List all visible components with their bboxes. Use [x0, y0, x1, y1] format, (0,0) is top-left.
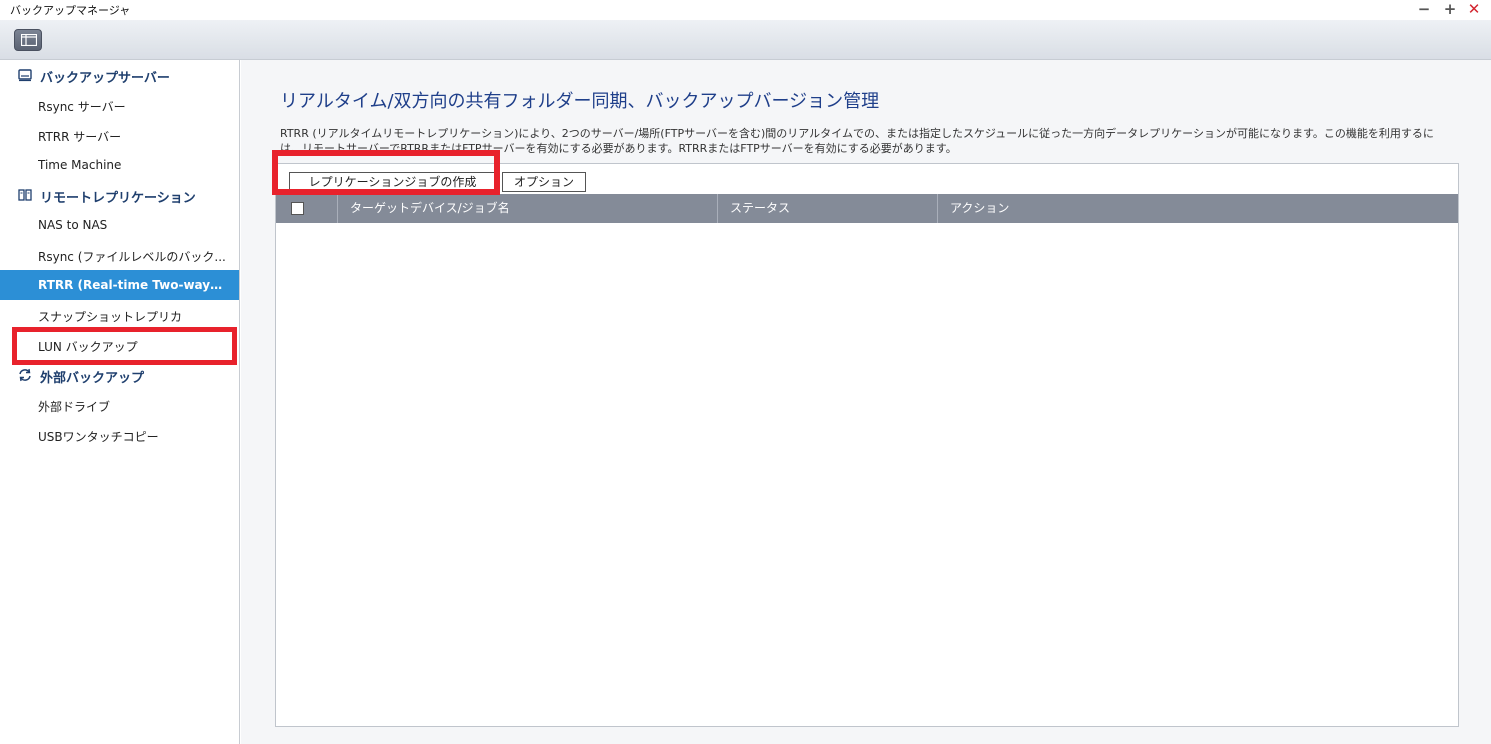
- sidebar-item-label: RTRR (Real-time Two-way Folder ...: [38, 278, 224, 292]
- select-all-column: [276, 194, 337, 223]
- sidebar-item-time-machine[interactable]: Time Machine: [0, 150, 239, 180]
- column-header-target[interactable]: ターゲットデバイス/ジョブ名: [337, 194, 717, 223]
- sidebar-item-label: RTRR サーバー: [38, 130, 122, 144]
- minimize-icon[interactable]: −: [1414, 0, 1434, 20]
- select-all-checkbox[interactable]: [291, 202, 304, 215]
- toolbar: [0, 20, 1491, 60]
- sidebar-item-external-drive[interactable]: 外部ドライブ: [0, 390, 239, 420]
- sidebar-group-backup-server[interactable]: バックアップサーバー: [0, 60, 239, 90]
- sidebar-item-usb-one-touch-copy[interactable]: USBワンタッチコピー: [0, 420, 239, 450]
- table-header: ターゲットデバイス/ジョブ名 ステータス アクション: [276, 194, 1458, 223]
- sidebar-item-label: Rsync (ファイルレベルのバック...: [38, 250, 226, 264]
- sidebar-item-label: Rsync サーバー: [38, 100, 126, 114]
- job-list-panel: レプリケーションジョブの作成 オプション ターゲットデバイス/ジョブ名 ステータ…: [272, 150, 1459, 727]
- sidebar-item-label: 外部ドライブ: [38, 400, 111, 414]
- options-button[interactable]: オプション: [502, 172, 586, 192]
- sidebar-item-rtrr-server[interactable]: RTRR サーバー: [0, 120, 239, 150]
- sidebar-item-rsync-server[interactable]: Rsync サーバー: [0, 90, 239, 120]
- sidebar-item-rtrr[interactable]: RTRR (Real-time Two-way Folder ...: [0, 270, 239, 300]
- sidebar-item-label: NAS to NAS: [38, 218, 108, 232]
- title-bar: バックアップマネージャ − + ✕: [0, 0, 1491, 20]
- panel-layout-icon: [21, 34, 37, 46]
- column-header-action[interactable]: アクション: [937, 194, 1458, 223]
- sidebar-item-lun-backup[interactable]: LUN バックアップ: [0, 330, 239, 360]
- column-header-status[interactable]: ステータス: [717, 194, 937, 223]
- main-content: リアルタイム/双方向の共有フォルダー同期、バックアップバージョン管理 RTRR …: [241, 60, 1491, 744]
- sidebar-item-label: Time Machine: [38, 158, 122, 172]
- sidebar-group-external-backup[interactable]: 外部バックアップ: [0, 360, 239, 390]
- sidebar-item-snapshot-replica[interactable]: スナップショットレプリカ: [0, 300, 239, 330]
- sidebar-group-label: 外部バックアップ: [40, 371, 145, 386]
- maximize-icon[interactable]: +: [1440, 0, 1460, 20]
- sidebar-group-label: バックアップサーバー: [40, 71, 170, 86]
- sidebar-item-nas-to-nas[interactable]: NAS to NAS: [0, 210, 239, 240]
- create-replication-job-button[interactable]: レプリケーションジョブの作成: [289, 172, 496, 192]
- nas-icon: [18, 189, 32, 201]
- sidebar-item-label: スナップショットレプリカ: [38, 310, 183, 324]
- window-title: バックアップマネージャ: [10, 4, 131, 17]
- page-title: リアルタイム/双方向の共有フォルダー同期、バックアップバージョン管理: [280, 91, 880, 112]
- sidebar-item-label: USBワンタッチコピー: [38, 430, 159, 444]
- sidebar: バックアップサーバー Rsync サーバー RTRR サーバー Time Mac…: [0, 60, 240, 744]
- sidebar-group-remote-replication[interactable]: リモートレプリケーション: [0, 180, 239, 210]
- toggle-panel-button[interactable]: [14, 29, 42, 51]
- sidebar-item-label: LUN バックアップ: [38, 340, 138, 354]
- sidebar-item-rsync[interactable]: Rsync (ファイルレベルのバック...: [0, 240, 239, 270]
- sidebar-group-label: リモートレプリケーション: [40, 191, 196, 206]
- server-icon: [18, 69, 32, 82]
- close-icon[interactable]: ✕: [1464, 0, 1484, 20]
- sync-icon: [19, 368, 31, 382]
- page-description: RTRR (リアルタイムリモートレプリケーション)により、2つのサーバー/場所(…: [280, 127, 1434, 155]
